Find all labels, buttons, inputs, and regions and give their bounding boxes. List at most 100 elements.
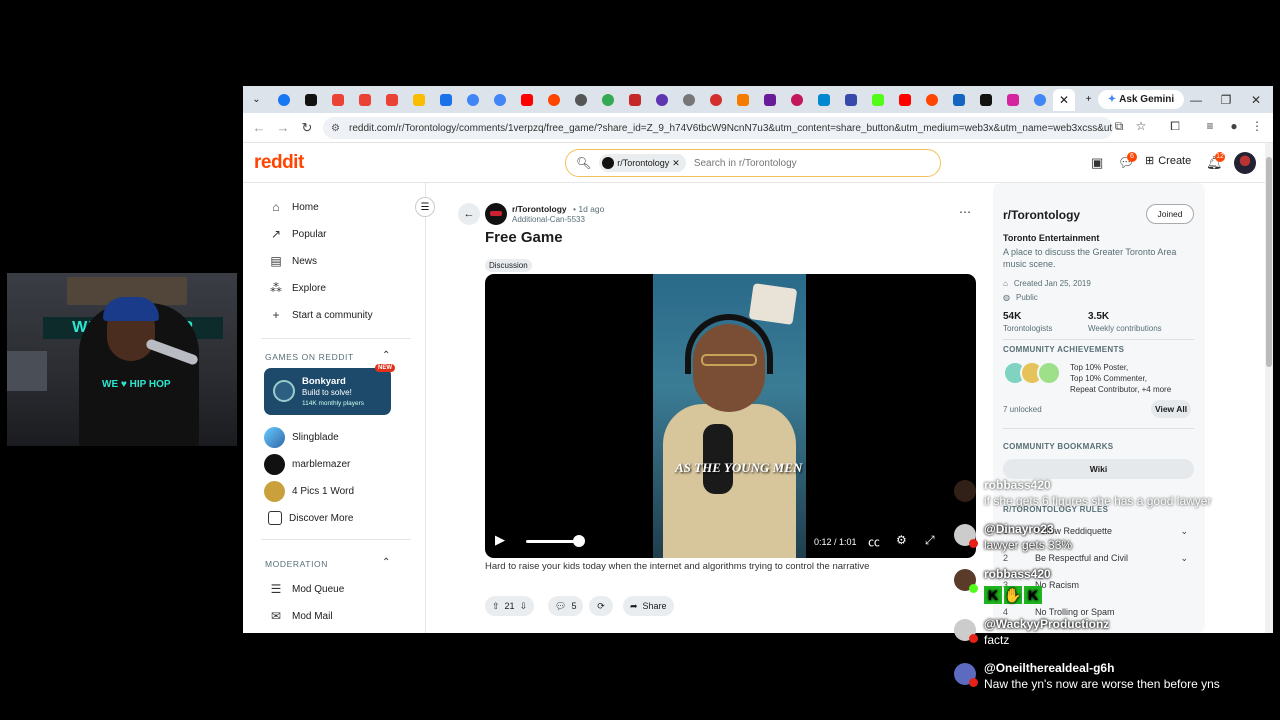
nav-start-community[interactable]: + Start a community bbox=[269, 305, 372, 325]
tab-app-13[interactable] bbox=[837, 86, 864, 113]
tab-app-10[interactable] bbox=[756, 86, 783, 113]
wiki-button[interactable]: Wiki bbox=[1003, 459, 1194, 479]
featured-game-card[interactable]: Bonkyard Build to solve! 114K monthly pl… bbox=[264, 364, 395, 415]
nav-explore[interactable]: ⁂ Explore bbox=[269, 278, 326, 298]
tab-x-2[interactable] bbox=[972, 86, 999, 113]
active-tab-close-icon[interactable]: ✕ bbox=[1053, 88, 1075, 111]
games-section-heading[interactable]: GAMES ON REDDIT ⌃ bbox=[265, 350, 391, 362]
more-options-icon[interactable]: ⋯ bbox=[959, 205, 971, 219]
reddit-logo[interactable]: reddit bbox=[254, 152, 304, 174]
tab-app-12[interactable] bbox=[810, 86, 837, 113]
chat-text: Naw the yn's now are worse then before y… bbox=[984, 677, 1220, 691]
tab-app-14[interactable] bbox=[945, 86, 972, 113]
joined-button[interactable]: Joined bbox=[1146, 204, 1194, 224]
tab-reddit-1[interactable] bbox=[540, 86, 567, 113]
tab-app-3[interactable] bbox=[486, 86, 513, 113]
tab-youtube-2[interactable] bbox=[891, 86, 918, 113]
tab-kick[interactable] bbox=[864, 86, 891, 113]
share-button[interactable]: ➦ Share bbox=[623, 596, 674, 616]
back-icon[interactable]: ← bbox=[247, 120, 271, 135]
url-field[interactable]: ⚙ reddit.com/r/Torontology/comments/1verp… bbox=[323, 117, 1113, 139]
scrollbar-thumb[interactable] bbox=[1266, 157, 1272, 367]
tab-instagram[interactable] bbox=[999, 86, 1026, 113]
tab-app-9[interactable] bbox=[729, 86, 756, 113]
tab-app-1[interactable] bbox=[432, 86, 459, 113]
tab-reddit-2[interactable] bbox=[918, 86, 945, 113]
search-input[interactable] bbox=[693, 157, 894, 169]
post-author[interactable]: Additional-Can-5533 bbox=[512, 215, 585, 224]
tab-google-1[interactable] bbox=[594, 86, 621, 113]
menu-icon[interactable]: ⋮ bbox=[1247, 119, 1267, 133]
tab-app-5[interactable] bbox=[621, 86, 648, 113]
achievements-heading: COMMUNITY ACHIEVEMENTS bbox=[1003, 345, 1125, 354]
moderation-section-heading[interactable]: MODERATION ⌃ bbox=[265, 557, 391, 569]
tab-search-icon[interactable]: ⌄ bbox=[243, 86, 270, 113]
create-button[interactable]: ⊞ Create bbox=[1145, 154, 1191, 168]
advertise-icon[interactable]: ▣ bbox=[1091, 155, 1103, 171]
search-bar[interactable]: 🔍︎ r/Torontology ✕ bbox=[565, 149, 941, 177]
tab-app-6[interactable] bbox=[648, 86, 675, 113]
video-player[interactable]: AS THE YOUNG MEN ▶ 0:12 / 1:01 ㏄ ⚙ ⤢ bbox=[485, 274, 976, 558]
nav-home-label: Home bbox=[292, 201, 319, 213]
nav-mod-queue[interactable]: ☰ Mod Queue bbox=[269, 579, 345, 599]
nav-home[interactable]: ⌂ Home bbox=[269, 197, 319, 217]
tab-app-4[interactable] bbox=[567, 86, 594, 113]
captions-icon[interactable]: ㏄ bbox=[868, 533, 880, 550]
screenshot-icon[interactable]: ⧉ bbox=[1109, 119, 1129, 134]
video-progress-played[interactable] bbox=[526, 540, 579, 543]
play-icon[interactable]: ▶ bbox=[495, 532, 505, 548]
nav-mod-mail[interactable]: ✉ Mod Mail bbox=[269, 606, 333, 626]
subreddit-icon[interactable] bbox=[485, 203, 507, 225]
tab-drive[interactable] bbox=[405, 86, 432, 113]
view-all-button[interactable]: View All bbox=[1151, 400, 1191, 418]
profile-icon[interactable]: ● bbox=[1224, 119, 1244, 133]
search-scope-chip[interactable]: r/Torontology ✕ bbox=[599, 154, 686, 172]
settings-gear-icon[interactable]: ⚙ bbox=[896, 533, 907, 547]
tab-x[interactable] bbox=[297, 86, 324, 113]
sidebar-collapse-icon[interactable]: ☰ bbox=[415, 197, 435, 217]
nav-popular[interactable]: ↗ Popular bbox=[269, 224, 327, 244]
upvote-icon[interactable]: ⇧ bbox=[492, 601, 500, 612]
user-avatar[interactable] bbox=[1234, 152, 1256, 174]
tab-search-list-icon[interactable]: ≡ bbox=[1200, 119, 1220, 133]
chevron-up-icon[interactable]: ⌃ bbox=[382, 557, 391, 568]
tab-app-11[interactable] bbox=[783, 86, 810, 113]
tab-app-2[interactable] bbox=[459, 86, 486, 113]
ask-gemini-button[interactable]: ✦ Ask Gemini bbox=[1098, 90, 1184, 109]
community-name[interactable]: r/Torontology bbox=[1003, 208, 1080, 222]
nav-explore-label: Explore bbox=[292, 282, 326, 294]
tab-youtube-1[interactable] bbox=[513, 86, 540, 113]
restore-icon[interactable]: ❐ bbox=[1211, 86, 1241, 113]
site-settings-icon[interactable]: ⚙ bbox=[331, 123, 340, 134]
crosspost-button[interactable]: ⟳ bbox=[589, 596, 613, 616]
tab-app-7[interactable] bbox=[675, 86, 702, 113]
fullscreen-icon[interactable]: ⤢ bbox=[925, 533, 935, 548]
extensions-icon[interactable]: ⧠ bbox=[1165, 119, 1185, 134]
minimize-icon[interactable]: — bbox=[1181, 86, 1211, 113]
post-flair[interactable]: Discussion bbox=[485, 259, 532, 272]
game-4pics1word[interactable]: 4 Pics 1 Word bbox=[264, 480, 354, 502]
back-arrow-icon[interactable]: ← bbox=[458, 203, 480, 225]
bookmark-star-icon[interactable]: ☆ bbox=[1131, 119, 1151, 133]
chip-close-icon[interactable]: ✕ bbox=[672, 158, 680, 169]
game-marblemazer[interactable]: marblemazer bbox=[264, 453, 350, 475]
comments-button[interactable]: 💬︎ 5 bbox=[548, 596, 584, 616]
games-heading-label: GAMES ON REDDIT bbox=[265, 352, 354, 362]
reload-icon[interactable]: ↻ bbox=[295, 120, 319, 136]
nav-news[interactable]: ▤ News bbox=[269, 251, 317, 271]
tab-facebook[interactable] bbox=[270, 86, 297, 113]
post-subreddit[interactable]: r/Torontology bbox=[512, 204, 567, 214]
tab-app-8[interactable] bbox=[702, 86, 729, 113]
tab-gmail-3[interactable] bbox=[378, 86, 405, 113]
vote-buttons[interactable]: ⇧ 21 ⇩ bbox=[485, 596, 535, 616]
tab-gmail-1[interactable] bbox=[324, 86, 351, 113]
forward-icon[interactable]: → bbox=[271, 120, 295, 135]
game-slingblade[interactable]: Slingblade bbox=[264, 426, 339, 448]
video-scrubber[interactable] bbox=[573, 535, 585, 547]
tab-gmail-2[interactable] bbox=[351, 86, 378, 113]
chevron-up-icon[interactable]: ⌃ bbox=[382, 350, 391, 361]
tab-google-2[interactable] bbox=[1026, 86, 1053, 113]
discover-more-games[interactable]: Discover More bbox=[264, 507, 353, 529]
downvote-icon[interactable]: ⇩ bbox=[520, 601, 528, 612]
close-window-icon[interactable]: ✕ bbox=[1241, 86, 1271, 113]
